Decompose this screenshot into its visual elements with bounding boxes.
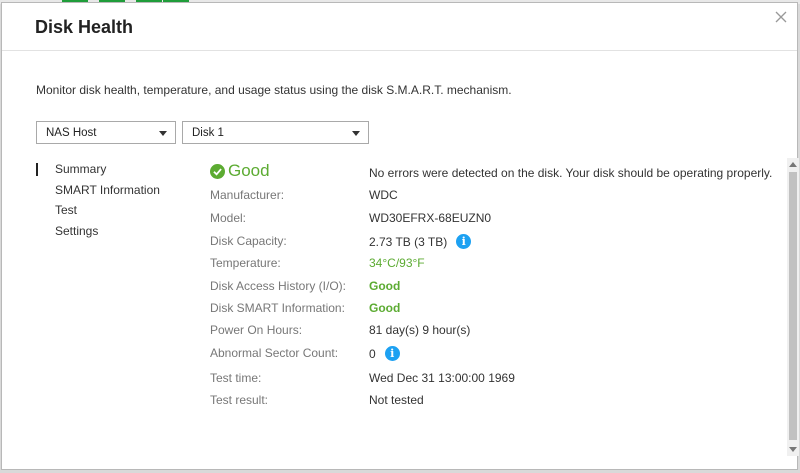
row-value: Not tested [369, 393, 424, 407]
vertical-scrollbar[interactable] [787, 158, 799, 456]
disk-health-dialog: Disk Health Monitor disk health, tempera… [1, 2, 799, 470]
row-label: Temperature: [210, 256, 281, 270]
chevron-down-icon [159, 131, 167, 136]
row-value: Wed Dec 31 13:00:00 1969 [369, 371, 515, 385]
nav-item-settings[interactable]: Settings [36, 224, 160, 245]
check-circle-icon [210, 163, 225, 179]
close-icon[interactable] [773, 9, 789, 25]
row-label: Disk SMART Information: [210, 301, 345, 315]
dialog-title: Disk Health [35, 17, 134, 37]
row-value: 2.73 TB (3 TB) i [369, 234, 472, 249]
scroll-down-arrow-icon[interactable] [789, 447, 797, 452]
health-status-text: Good [228, 161, 270, 180]
row-value: 0 i [369, 346, 400, 361]
row-label: Manufacturer: [210, 188, 285, 202]
row-value: Good [369, 279, 401, 293]
abnormal-sector-value: 0 [369, 346, 376, 361]
scrollbar-thumb[interactable] [789, 172, 797, 440]
health-status-message: No errors were detected on the disk. You… [369, 166, 773, 180]
dialog-description: Monitor disk health, temperature, and us… [36, 83, 512, 97]
host-select-value: NAS Host [46, 127, 97, 139]
health-status: Good [210, 161, 270, 181]
info-icon[interactable]: i [384, 346, 400, 361]
side-nav: Summary SMART Information Test Settings [36, 162, 160, 244]
dialog-header: Disk Health [2, 3, 797, 51]
nav-item-smart-information[interactable]: SMART Information [36, 183, 160, 204]
row-label: Abnormal Sector Count: [210, 346, 339, 360]
row-label: Test result: [210, 393, 269, 407]
nav-item-test[interactable]: Test [36, 203, 160, 224]
scroll-up-arrow-icon[interactable] [789, 162, 797, 167]
info-icon[interactable]: i [456, 234, 472, 249]
capacity-value: 2.73 TB (3 TB) [369, 234, 448, 249]
row-label: Disk Access History (I/O): [210, 279, 347, 293]
row-value: Good [369, 301, 401, 315]
row-value: 34°C/93°F [369, 256, 425, 270]
row-value: 81 day(s) 9 hour(s) [369, 323, 471, 337]
row-value: WDC [369, 188, 398, 202]
disk-select-value: Disk 1 [192, 127, 224, 139]
chevron-down-icon [352, 131, 360, 136]
row-label: Test time: [210, 371, 262, 385]
row-value: WD30EFRX-68EUZN0 [369, 211, 492, 225]
host-select[interactable]: NAS Host [36, 121, 176, 144]
row-label: Power On Hours: [210, 323, 303, 337]
disk-select[interactable]: Disk 1 [182, 121, 369, 144]
row-label: Disk Capacity: [210, 234, 287, 248]
row-label: Model: [210, 211, 247, 225]
nav-item-summary[interactable]: Summary [36, 162, 160, 183]
